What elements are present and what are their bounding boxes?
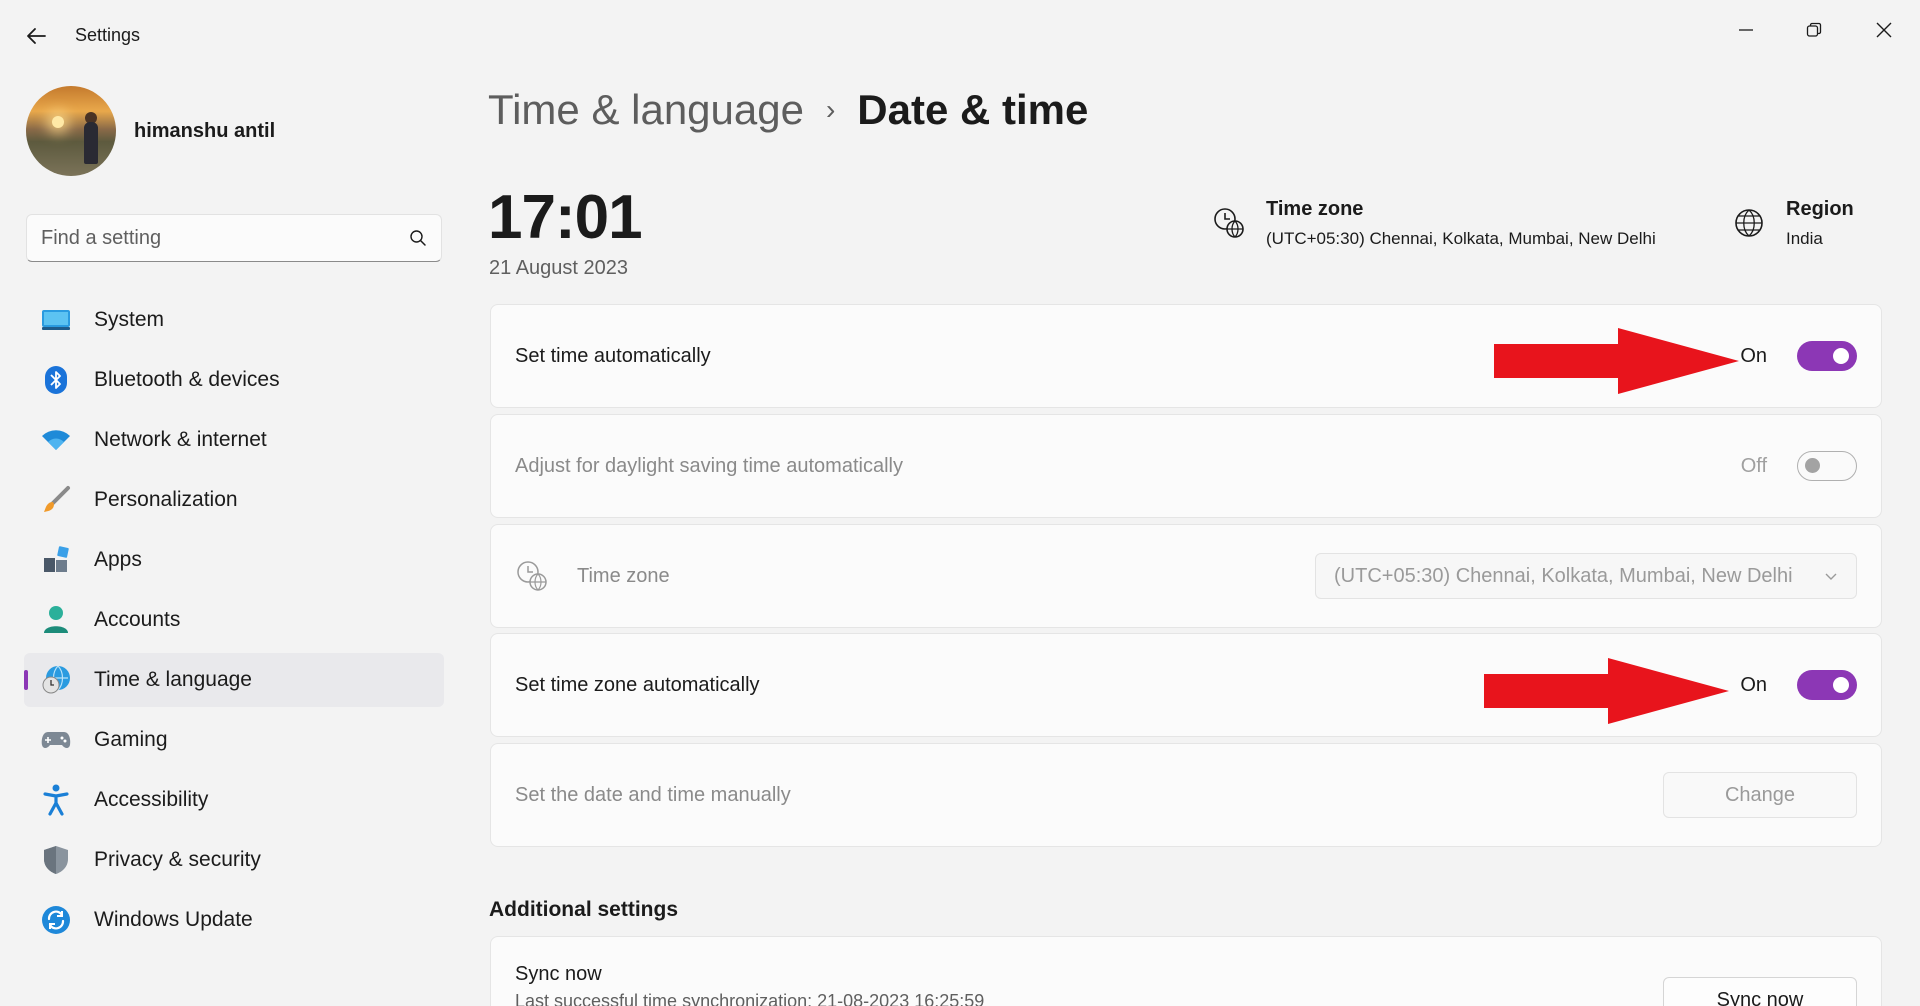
set-date-manually-label: Set the date and time manually — [515, 783, 791, 806]
chevron-down-icon — [1825, 573, 1837, 580]
sidebar-item-network[interactable]: Network & internet — [24, 413, 444, 467]
shield-icon — [40, 844, 72, 876]
timezone-info-value: (UTC+05:30) Chennai, Kolkata, Mumbai, Ne… — [1266, 229, 1656, 248]
timezone-info: Time zone (UTC+05:30) Chennai, Kolkata, … — [1212, 198, 1656, 249]
sync-last-status: Last successful time synchronization: 21… — [515, 991, 985, 1006]
sidebar-item-accessibility[interactable]: Accessibility — [24, 773, 444, 827]
region-info-value: India — [1786, 229, 1823, 248]
daylight-saving-label: Adjust for daylight saving time automati… — [515, 454, 903, 477]
page-title: Date & time — [857, 86, 1089, 133]
breadcrumb: Time & language › Date & time — [488, 86, 1088, 134]
sidebar-item-label: Time & language — [94, 668, 252, 691]
set-timezone-automatically-toggle[interactable] — [1797, 670, 1857, 700]
sidebar-item-privacy[interactable]: Privacy & security — [24, 833, 444, 887]
sidebar-item-accounts[interactable]: Accounts — [24, 593, 444, 647]
app-title: Settings — [75, 25, 141, 45]
sidebar-nav: System Bluetooth & devices Network & int… — [24, 293, 444, 953]
daylight-saving-card: Adjust for daylight saving time automati… — [490, 414, 1882, 518]
close-icon — [1876, 22, 1892, 38]
sidebar-item-system[interactable]: System — [24, 293, 444, 347]
user-name: himanshu antil — [134, 119, 276, 142]
sidebar-item-bluetooth[interactable]: Bluetooth & devices — [24, 353, 444, 407]
sidebar-item-label: Apps — [94, 548, 142, 571]
additional-settings-heading: Additional settings — [489, 898, 678, 921]
globe-icon — [1735, 209, 1763, 237]
avatar-sun — [52, 116, 64, 128]
time-language-icon — [40, 664, 72, 696]
brush-icon — [40, 484, 72, 516]
annotation-arrow-icon — [1484, 658, 1729, 724]
sidebar-item-label: Gaming — [94, 728, 168, 751]
gamepad-icon — [40, 724, 72, 756]
region-info: Region India — [1732, 198, 1854, 249]
set-date-manually-card: Set the date and time manually Change — [490, 743, 1882, 847]
search-input[interactable] — [41, 226, 409, 250]
daylight-saving-state: Off — [1740, 454, 1767, 477]
sidebar-item-gaming[interactable]: Gaming — [24, 713, 444, 767]
apps-icon — [40, 544, 72, 576]
set-time-automatically-state: On — [1740, 344, 1767, 367]
current-time: 17:01 — [488, 183, 643, 252]
set-time-automatically-toggle[interactable] — [1797, 341, 1857, 371]
sidebar-item-label: System — [94, 308, 165, 331]
set-timezone-automatically-label: Set time zone automatically — [515, 673, 760, 696]
set-time-automatically-label: Set time automatically — [515, 344, 711, 367]
sidebar-item-windows-update[interactable]: Windows Update — [24, 893, 444, 947]
sidebar-item-label: Windows Update — [94, 908, 253, 931]
avatar — [26, 86, 116, 176]
timezone-card: Time zone (UTC+05:30) Chennai, Kolkata, … — [490, 524, 1882, 628]
back-arrow-icon — [27, 28, 46, 44]
sidebar-item-label: Privacy & security — [94, 848, 261, 871]
sidebar-item-label: Accessibility — [94, 788, 209, 811]
sidebar-item-label: Network & internet — [94, 428, 267, 451]
avatar-person — [84, 122, 98, 164]
current-date: 21 August 2023 — [489, 257, 629, 279]
user-profile[interactable]: himanshu antil — [26, 86, 275, 176]
restore-icon — [1806, 22, 1822, 37]
accounts-icon — [40, 604, 72, 636]
minimize-button[interactable] — [1716, 10, 1776, 50]
set-timezone-automatically-state: On — [1740, 673, 1767, 696]
title-bar: Settings — [0, 0, 1920, 72]
sync-now-card: Sync now Last successful time synchroniz… — [490, 936, 1882, 1006]
timezone-info-title: Time zone — [1266, 198, 1364, 220]
back-button[interactable] — [20, 20, 52, 52]
sidebar-item-label: Accounts — [94, 608, 181, 631]
timezone-dropdown[interactable]: (UTC+05:30) Chennai, Kolkata, Mumbai, Ne… — [1315, 553, 1857, 599]
system-icon — [40, 304, 72, 336]
wifi-icon — [40, 424, 72, 456]
sidebar-item-label: Bluetooth & devices — [94, 368, 280, 391]
region-info-title: Region — [1786, 198, 1854, 220]
annotation-arrow-icon — [1494, 328, 1739, 394]
restore-button[interactable] — [1784, 10, 1844, 50]
close-button[interactable] — [1854, 10, 1914, 50]
timezone-dropdown-value: (UTC+05:30) Chennai, Kolkata, Mumbai, Ne… — [1334, 564, 1793, 587]
breadcrumb-parent[interactable]: Time & language — [488, 86, 804, 134]
minimize-icon — [1739, 29, 1753, 31]
sidebar-item-label: Personalization — [94, 488, 238, 511]
sidebar-item-apps[interactable]: Apps — [24, 533, 444, 587]
daylight-saving-toggle[interactable] — [1797, 451, 1857, 481]
timezone-clock-globe-icon — [517, 561, 547, 591]
change-button[interactable]: Change — [1663, 772, 1857, 818]
settings-window: Settings himanshu antil Find a setting S… — [0, 0, 1920, 1006]
bluetooth-icon — [40, 364, 72, 396]
sidebar-item-time-language[interactable]: Time & language — [24, 653, 444, 707]
breadcrumb-separator: › — [825, 94, 836, 125]
accessibility-icon — [40, 784, 72, 816]
search-box[interactable] — [26, 214, 442, 262]
search-icon[interactable] — [409, 229, 427, 247]
update-icon — [40, 904, 72, 936]
sidebar-item-personalization[interactable]: Personalization — [24, 473, 444, 527]
sync-now-title: Sync now — [515, 963, 602, 985]
timezone-globe-clock-icon — [1214, 208, 1244, 238]
timezone-label: Time zone — [577, 564, 670, 587]
sync-now-button[interactable]: Sync now — [1663, 977, 1857, 1006]
